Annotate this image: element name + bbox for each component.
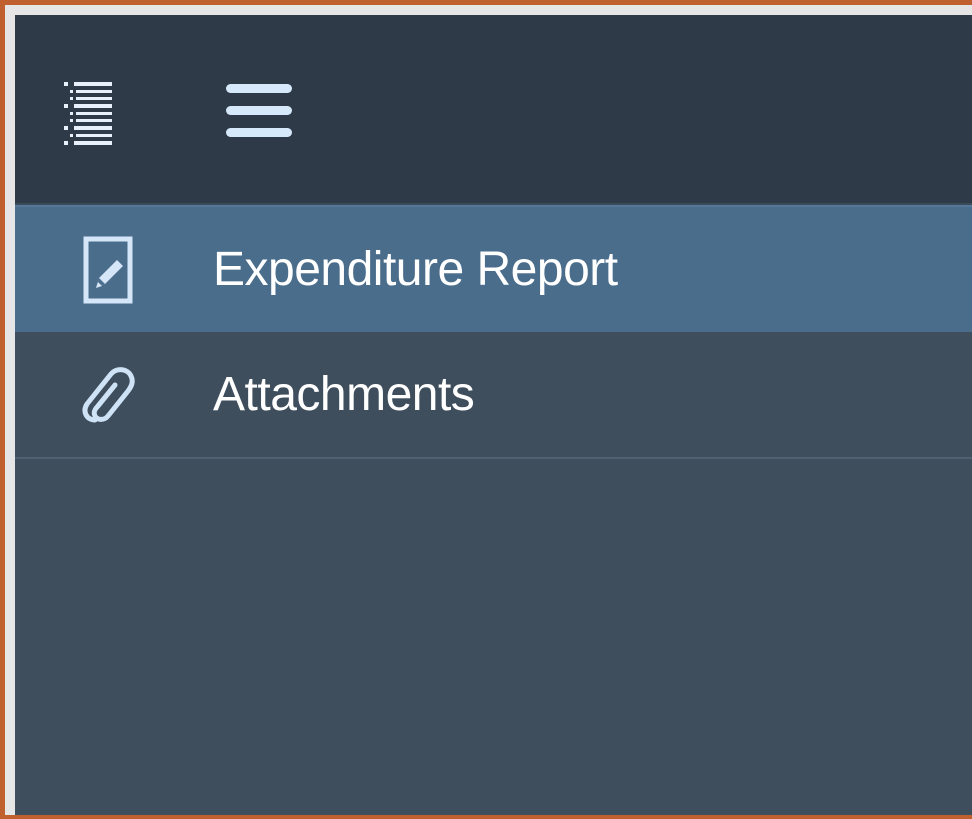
nav-item-attachments[interactable]: Attachments [15, 332, 972, 459]
nav-item-label: Expenditure Report [213, 243, 618, 296]
navigation-list: Expenditure Report Attachments [15, 205, 972, 459]
nav-item-label: Attachments [213, 368, 475, 421]
nav-item-expenditure-report[interactable]: Expenditure Report [15, 205, 972, 332]
outline-list-icon [64, 82, 112, 145]
window-frame: Expenditure Report Attachments [0, 0, 972, 819]
outline-list-button[interactable] [63, 77, 113, 147]
navigation-toolbar [15, 15, 972, 205]
edit-document-icon [73, 235, 143, 305]
hamburger-menu-icon [226, 84, 292, 137]
hamburger-menu-button[interactable] [220, 80, 300, 142]
paperclip-icon [73, 360, 143, 430]
side-navigation-panel: Expenditure Report Attachments [15, 15, 972, 815]
